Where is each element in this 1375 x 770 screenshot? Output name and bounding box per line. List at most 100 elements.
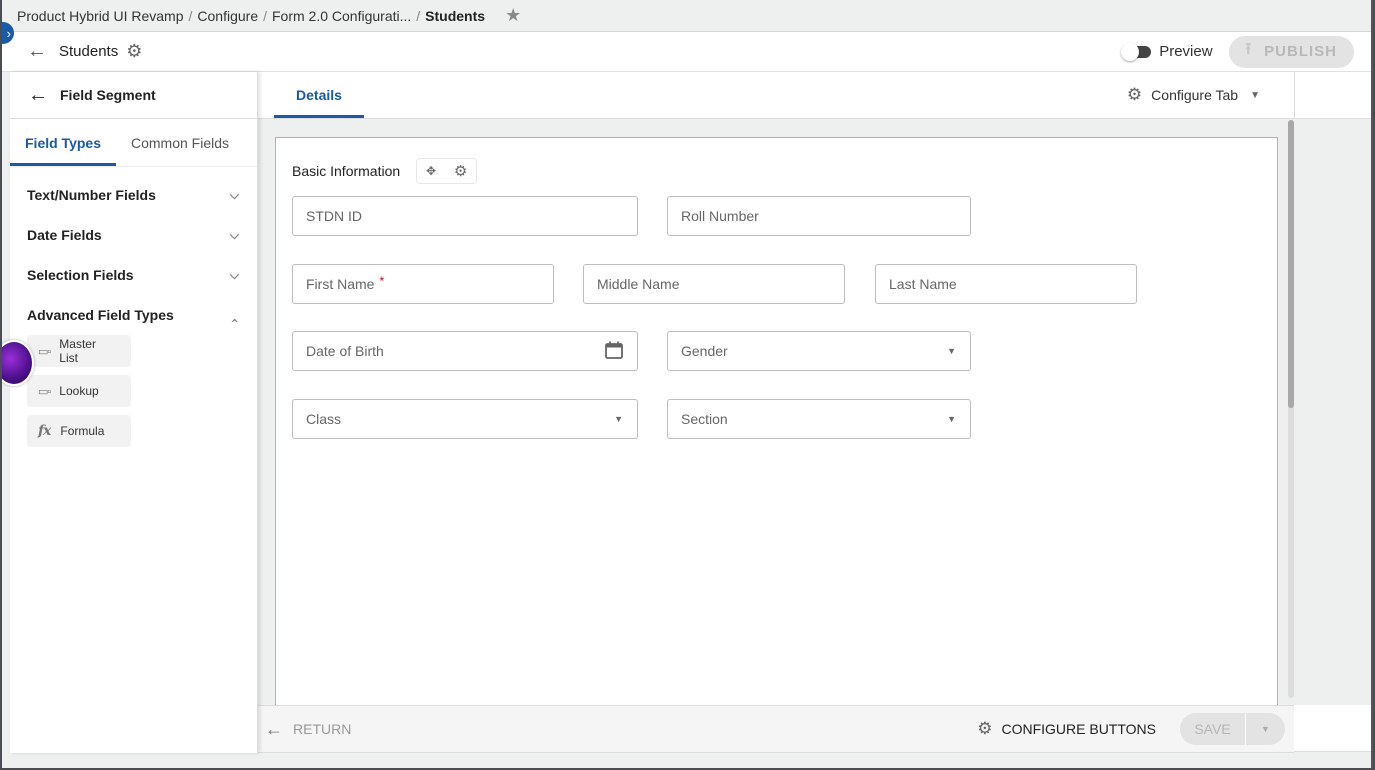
fx-icon: fx: [38, 423, 51, 439]
field-segment-tabs: Field Types Common Fields: [10, 119, 257, 167]
field-label: Roll Number: [681, 208, 759, 224]
group-title: Basic Information: [292, 163, 401, 179]
form-footer: ← RETURN ⚙ CONFIGURE BUTTONS SAVE ▼: [258, 705, 1294, 753]
page-header: ← Students ⚙ Preview ⭱ PUBLISH: [2, 32, 1371, 72]
calendar-icon[interactable]: [604, 340, 624, 363]
field-last-name[interactable]: Last Name: [875, 264, 1137, 304]
gear-icon: ⚙: [977, 719, 993, 738]
field-roll-number[interactable]: Roll Number: [667, 196, 971, 236]
field-type-master-list[interactable]: ▭▫ Master List: [27, 335, 131, 367]
field-first-name[interactable]: First Name *: [292, 264, 554, 304]
caret-down-icon: ▼: [947, 414, 956, 424]
lookup-field-icon: ▭▫: [38, 385, 51, 398]
configure-buttons-label: CONFIGURE BUTTONS: [1001, 721, 1156, 737]
section-label: Advanced Field Types: [27, 307, 174, 323]
breadcrumb-separator: /: [188, 7, 193, 24]
right-panel-header: [1294, 72, 1371, 119]
breadcrumb-separator: /: [416, 7, 421, 24]
field-segment-header: ← Field Segment: [10, 72, 257, 119]
list-field-icon: ▭▫: [38, 345, 51, 358]
form-canvas: Basic Information ✥ ⚙ STDN ID Roll Numbe…: [275, 137, 1278, 707]
field-label: Gender: [681, 343, 728, 359]
publish-label: PUBLISH: [1264, 43, 1337, 60]
configure-tab-button[interactable]: ⚙ Configure Tab ▼: [1127, 72, 1260, 118]
chevron-down-icon: ⌵: [229, 267, 239, 282]
chevron-down-icon: ⌵: [229, 227, 239, 242]
gear-icon: ⚙: [1126, 85, 1143, 104]
field-label: Middle Name: [597, 276, 680, 292]
field-segment-title: Field Segment: [60, 87, 156, 103]
app-window: Product Hybrid UI Revamp / Configure / F…: [2, 0, 1373, 768]
field-label: Date of Birth: [306, 343, 384, 359]
chevron-down-icon: ⌵: [229, 187, 239, 202]
field-section[interactable]: Section ▼: [667, 399, 971, 439]
save-button[interactable]: SAVE: [1180, 713, 1246, 745]
field-gender[interactable]: Gender ▼: [667, 331, 971, 371]
field-type-label: Lookup: [59, 384, 99, 398]
page-title: Students: [59, 43, 119, 60]
group-header: Basic Information ✥ ⚙: [292, 158, 478, 184]
breadcrumb-current: Students: [425, 7, 486, 24]
back-arrow-icon[interactable]: ←: [27, 40, 47, 63]
publish-button[interactable]: ⭱ PUBLISH: [1228, 35, 1354, 68]
configure-buttons-button[interactable]: ⚙ CONFIGURE BUTTONS: [977, 719, 1156, 739]
tab-field-types[interactable]: Field Types: [10, 119, 116, 166]
field-type-label: Formula: [60, 424, 105, 438]
back-arrow-icon: ←: [265, 718, 283, 739]
field-type-formula[interactable]: fx Formula: [27, 415, 131, 447]
section-advanced-field-types[interactable]: Advanced Field Types ‸: [10, 295, 257, 335]
chevron-up-icon: ‸: [230, 308, 239, 322]
preview-toggle[interactable]: [1121, 42, 1152, 61]
breadcrumb-item-form-config[interactable]: Form 2.0 Configurati...: [272, 8, 411, 24]
form-designer: Details ⚙ Configure Tab ▼ Basic Informat…: [258, 72, 1294, 753]
advanced-field-items: ▭▫ Master List ▭▫ Lookup fx Formula: [10, 335, 257, 447]
section-label: Text/Number Fields: [27, 187, 156, 203]
section-label: Selection Fields: [27, 267, 134, 283]
section-date-fields[interactable]: Date Fields ⌵: [10, 215, 257, 255]
tab-common-fields[interactable]: Common Fields: [116, 119, 244, 166]
save-options-caret-icon[interactable]: ▼: [1246, 713, 1285, 745]
canvas-scrollbar[interactable]: [1288, 120, 1294, 698]
chevron-right-icon: ›: [6, 25, 11, 41]
back-arrow-icon[interactable]: ←: [28, 84, 48, 107]
field-stdn-id[interactable]: STDN ID: [292, 196, 638, 236]
field-label: Class: [306, 411, 342, 427]
caret-down-icon: ▼: [947, 346, 956, 356]
required-indicator: *: [379, 274, 385, 288]
right-panel-footer: [1294, 705, 1371, 752]
field-label: Section: [681, 411, 728, 427]
page-settings-gear-icon[interactable]: ⚙: [126, 41, 142, 62]
breadcrumb-separator: /: [263, 7, 267, 24]
field-middle-name[interactable]: Middle Name: [583, 264, 845, 304]
group-settings-gear-icon[interactable]: ⚙: [454, 162, 467, 180]
preview-label: Preview: [1159, 43, 1213, 60]
return-label: RETURN: [293, 721, 352, 737]
caret-down-icon: ▼: [614, 414, 623, 424]
field-segment-panel: ← Field Segment Field Types Common Field…: [2, 72, 258, 753]
upload-icon: ⭱: [1245, 41, 1253, 58]
tab-details[interactable]: Details: [274, 72, 364, 118]
breadcrumb: Product Hybrid UI Revamp / Configure / F…: [2, 0, 1371, 32]
breadcrumb-item-configure[interactable]: Configure: [197, 8, 258, 24]
field-label: STDN ID: [306, 208, 362, 224]
section-selection-fields[interactable]: Selection Fields ⌵: [10, 255, 257, 295]
configure-tab-label: Configure Tab: [1151, 87, 1239, 103]
move-icon[interactable]: ✥: [426, 164, 436, 178]
calendar-icon-svg: [605, 341, 623, 359]
return-button[interactable]: ← RETURN: [265, 719, 351, 740]
section-text-number-fields[interactable]: Text/Number Fields ⌵: [10, 175, 257, 215]
caret-down-icon: ▼: [1250, 89, 1260, 101]
field-type-lookup[interactable]: ▭▫ Lookup: [27, 375, 131, 407]
breadcrumb-item-project[interactable]: Product Hybrid UI Revamp: [17, 8, 184, 24]
save-split-button: SAVE ▼: [1180, 713, 1285, 745]
scrollbar-thumb[interactable]: [1288, 120, 1294, 408]
star-icon[interactable]: ★: [505, 5, 521, 26]
field-type-sections: Text/Number Fields ⌵ Date Fields ⌵ Selec…: [10, 167, 257, 447]
field-label: Last Name: [889, 276, 957, 292]
field-date-of-birth[interactable]: Date of Birth: [292, 331, 638, 371]
group-tools: ✥ ⚙: [416, 158, 478, 184]
field-label: First Name: [306, 276, 375, 292]
form-tabs: Details ⚙ Configure Tab ▼: [258, 72, 1294, 119]
section-label: Date Fields: [27, 227, 102, 243]
field-class[interactable]: Class ▼: [292, 399, 638, 439]
